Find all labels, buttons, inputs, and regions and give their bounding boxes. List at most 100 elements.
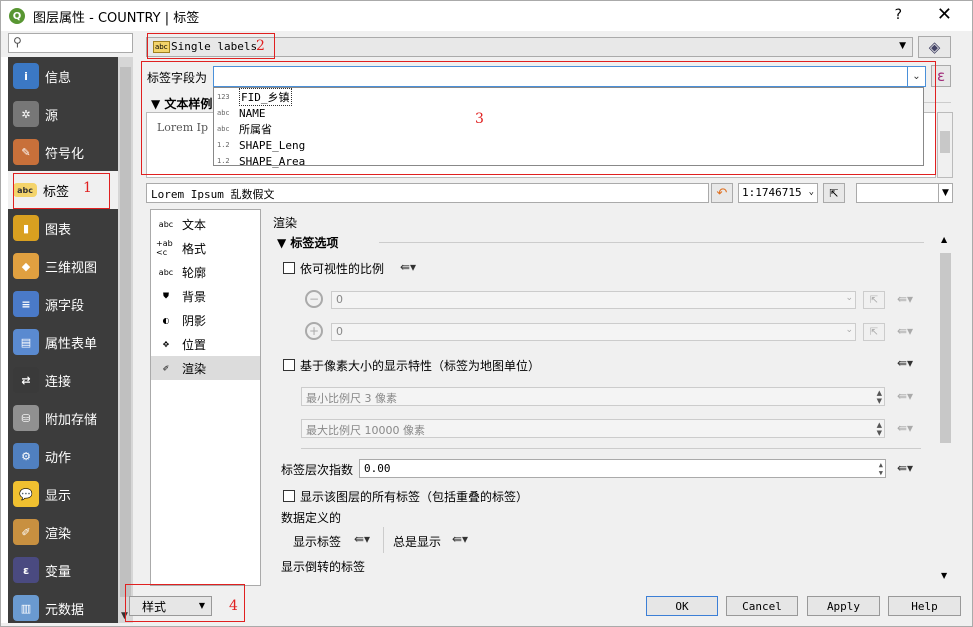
annotation-box-1 [13, 173, 110, 209]
max-pixel-spinbox: 最大比例尺 10000 像素 ▲ ▼ [301, 419, 885, 438]
sidebar-item-14[interactable]: ▥ 元数据 [8, 589, 118, 627]
sidebar-item-label: 符号化 [45, 146, 85, 162]
sidebar-item-label: 动作 [45, 450, 72, 466]
preview-background-color[interactable]: ▼ [856, 183, 953, 203]
form-icon: ▤ [13, 329, 39, 355]
map-pan-icon: ⇱ [863, 291, 885, 309]
title-bar: Q 图层属性 - COUNTRY | 标签 ? ✕ [1, 1, 972, 31]
tab-label: 阴影 [182, 313, 207, 328]
background-window-strip [1, 57, 8, 623]
zoom-out-icon: − [305, 290, 323, 308]
divider [379, 242, 924, 243]
data-defined-override-icon: ⇚▾ [896, 389, 914, 403]
sidebar-item-11[interactable]: 💬 显示 [8, 475, 118, 513]
sidebar-item-0[interactable]: i 信息 [8, 57, 118, 95]
data-defined-override-icon[interactable]: ⇚▾ [351, 531, 373, 547]
help-button[interactable]: Help [888, 596, 961, 616]
epsilon-icon: ε [13, 557, 39, 583]
map-pan-icon[interactable]: ⇱ [823, 183, 845, 203]
action-gear-icon: ⚙ [13, 443, 39, 469]
sidebar-scroll-thumb[interactable] [120, 67, 131, 597]
reset-sample-icon[interactable]: ↶ [711, 183, 733, 203]
sidebar-item-label: 信息 [45, 70, 72, 86]
data-defined-override-icon[interactable]: ⇚▾ [894, 355, 916, 371]
help-titlebar-button[interactable]: ? [895, 7, 902, 23]
data-defined-override-icon: ⇚▾ [896, 292, 914, 306]
panel-scrollbar[interactable]: ▲ ▼ [938, 233, 953, 582]
sidebar: i 信息 ✲ 源 ✎ 符号化 abc 标签 ▮ 图表 ◆ 三维视图 ≡ 源字段 ▤ 属性表单 ⇄ 连接 ⛁ 附加存储 ⚙… [8, 57, 118, 623]
search-input[interactable]: ⚲ [8, 33, 133, 53]
chevron-down-icon[interactable]: ▼ [938, 184, 952, 202]
sidebar-item-label: 变量 [45, 564, 72, 580]
preview-scrollbar[interactable] [937, 112, 953, 178]
chevron-down-icon: ⌄ [845, 293, 853, 303]
database-icon: ⛁ [13, 405, 39, 431]
always-show-caption: 总是显示 [393, 535, 442, 549]
sidebar-item-label: 渲染 [45, 526, 72, 542]
layer-properties-dialog: Q 图层属性 - COUNTRY | 标签 ? ✕ ⚲ i 信息 ✲ 源 ✎ 符号化 abc… [0, 0, 973, 627]
sidebar-item-4[interactable]: ▮ 图表 [8, 209, 118, 247]
info-icon: i [13, 63, 39, 89]
tab-3[interactable]: ⛊ 背景 [151, 284, 260, 308]
sidebar-scrollbar[interactable]: ▼ [118, 57, 133, 623]
diagram-icon: ▮ [13, 215, 39, 241]
scale-visibility-checkbox[interactable] [283, 262, 295, 274]
tab-0[interactable]: abc 文本 [151, 212, 260, 236]
tab-label: 背景 [182, 289, 207, 304]
tab-5[interactable]: ✥ 位置 [151, 332, 260, 356]
divider [301, 448, 921, 449]
data-defined-override-icon[interactable]: ⇚▾ [397, 259, 419, 275]
cancel-button[interactable]: Cancel [726, 596, 798, 616]
background-shield-icon: ⛊ [163, 291, 169, 300]
apply-button[interactable]: Apply [807, 596, 880, 616]
z-index-spinbox[interactable]: 0.00 ▲ ▼ [359, 459, 886, 478]
fields-icon: ≡ [13, 291, 39, 317]
spin-arrows-icon[interactable]: ▲ ▼ [879, 461, 883, 477]
pixel-size-checkbox[interactable] [283, 359, 295, 371]
data-defined-override-icon[interactable]: ⇚▾ [894, 460, 916, 476]
show-all-labels-label: 显示该图层的所有标签（包括重叠的标签） [300, 490, 529, 504]
rendering-panel: 渲染 ▼ 标签选项 依可视性的比例 ⇚▾ − 0 ⌄ ⇱ ⇚▾ + 0 ⌄ ⇱ … [269, 209, 953, 582]
placement-icon: ✥ [162, 339, 170, 349]
panel-scroll-thumb[interactable] [940, 253, 951, 443]
show-all-labels-checkbox[interactable] [283, 490, 295, 502]
spin-arrows-icon: ▲ ▼ [876, 421, 882, 437]
sidebar-item-8[interactable]: ⇄ 连接 [8, 361, 118, 399]
close-button[interactable]: ✕ [937, 4, 952, 25]
preview-scale-combo[interactable]: 1:1746715 ⌄ [738, 183, 818, 203]
sidebar-item-label: 三维视图 [45, 260, 98, 276]
sample-text-input[interactable]: Lorem Ipsum 乱数假文 [146, 183, 709, 203]
scroll-up-arrow-icon[interactable]: ▲ [941, 235, 947, 244]
tab-6[interactable]: ✐ 渲染 [151, 356, 260, 380]
sidebar-item-label: 源字段 [45, 298, 85, 314]
label-style-manager-button[interactable]: ◈ [918, 36, 951, 58]
label-options-header[interactable]: ▼ 标签选项 [277, 234, 338, 251]
tab-1[interactable]: +ab <c 格式 [151, 236, 260, 260]
spin-arrows-icon: ▲ ▼ [876, 389, 882, 405]
sidebar-item-label: 属性表单 [45, 336, 98, 352]
search-icon: ⚲ [13, 35, 22, 49]
scroll-down-arrow-icon[interactable]: ▼ [941, 571, 947, 580]
label-settings-tabs: abc 文本 +ab <c 格式 abc 轮廓 ⛊ 背景 ◐ 阴影 ✥ 位置 ✐ 渲染 [150, 209, 261, 586]
ok-button[interactable]: OK [646, 596, 718, 616]
sidebar-item-13[interactable]: ε 变量 [8, 551, 118, 589]
shadow-icon: ◐ [162, 315, 170, 325]
sidebar-item-label: 附加存储 [45, 412, 98, 428]
sidebar-item-10[interactable]: ⚙ 动作 [8, 437, 118, 475]
preview-scroll-thumb[interactable] [940, 131, 950, 153]
tab-2[interactable]: abc 轮廓 [151, 260, 260, 284]
sidebar-item-6[interactable]: ≡ 源字段 [8, 285, 118, 323]
chevron-down-icon: ▼ [899, 41, 906, 51]
pixel-size-label: 基于像素大小的显示特性（标签为地图单位） [300, 359, 541, 373]
sidebar-item-5[interactable]: ◆ 三维视图 [8, 247, 118, 285]
tab-label: 文本 [182, 217, 207, 232]
sidebar-item-9[interactable]: ⛁ 附加存储 [8, 399, 118, 437]
sidebar-item-label: 显示 [45, 488, 72, 504]
tab-4[interactable]: ◐ 阴影 [151, 308, 260, 332]
sidebar-item-1[interactable]: ✲ 源 [8, 95, 118, 133]
sidebar-item-2[interactable]: ✎ 符号化 [8, 133, 118, 171]
data-defined-override-icon[interactable]: ⇚▾ [449, 531, 471, 547]
sidebar-item-12[interactable]: ✐ 渲染 [8, 513, 118, 551]
z-index-value: 0.00 [364, 462, 391, 475]
sidebar-item-7[interactable]: ▤ 属性表单 [8, 323, 118, 361]
